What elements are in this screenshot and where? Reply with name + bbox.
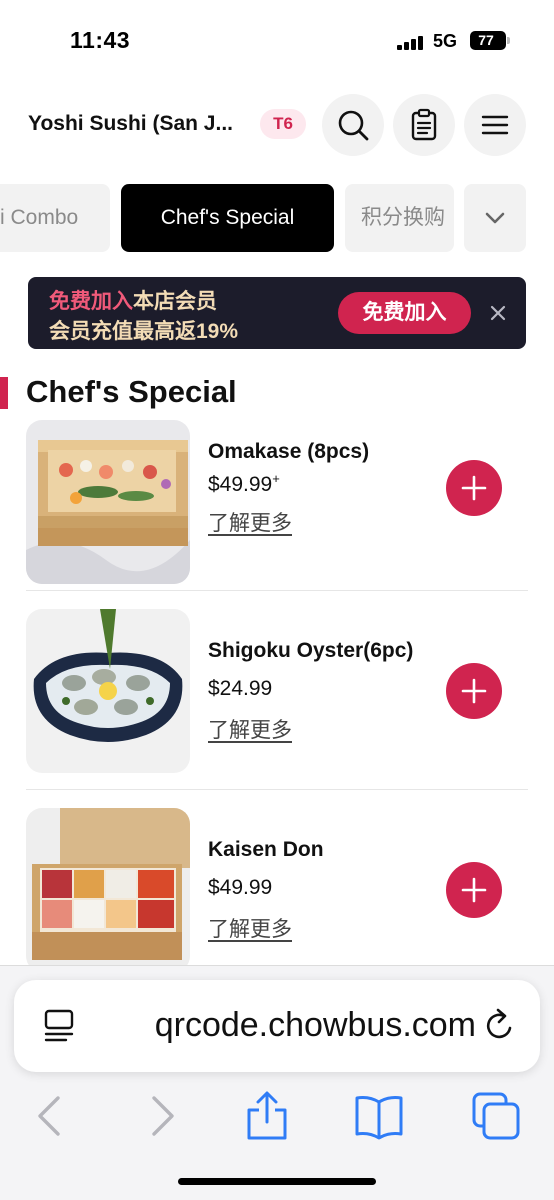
address-bar[interactable]: qrcode.chowbus.com <box>14 980 540 1072</box>
banner-headline-rest: 本店会员 <box>133 290 217 313</box>
category-tabs: i Combo Chef's Special 积分换购 <box>0 184 554 252</box>
share-icon[interactable] <box>241 1090 293 1142</box>
tabs-expand-button[interactable] <box>464 184 526 252</box>
browser-toolbar: qrcode.chowbus.com <box>0 965 554 1200</box>
close-icon[interactable] <box>486 301 510 325</box>
banner-highlight: 免费加入 <box>49 290 133 313</box>
item-price: $24.99 <box>208 677 272 701</box>
learn-more-link[interactable]: 了解更多 <box>208 714 292 744</box>
section-marker <box>0 377 8 409</box>
home-indicator <box>178 1178 376 1185</box>
reload-icon[interactable] <box>480 1006 520 1046</box>
tab-chefs-special[interactable]: Chef's Special <box>121 184 334 252</box>
add-to-cart-button[interactable] <box>446 663 502 719</box>
list-item[interactable]: Kaisen Don $49.99 了解更多 <box>0 808 554 966</box>
add-to-cart-button[interactable] <box>446 862 502 918</box>
main-menu-button[interactable] <box>464 94 526 156</box>
menu-list: Omakase (8pcs) $49.99+ 了解更多 Shigoku Oyst… <box>0 418 554 966</box>
item-price-value: $49.99 <box>208 876 273 899</box>
battery-icon: 77 <box>470 31 510 50</box>
chevron-down-icon <box>485 212 505 224</box>
order-list-icon <box>411 108 437 141</box>
status-bar: 11:43 5G 77 <box>0 0 554 80</box>
divider <box>26 789 528 790</box>
back-icon[interactable] <box>24 1090 76 1142</box>
url-text[interactable]: qrcode.chowbus.com <box>106 1006 476 1045</box>
list-item[interactable]: Shigoku Oyster(6pc) $24.99 了解更多 <box>0 609 554 809</box>
tab-points-redeem[interactable]: 积分换购 <box>345 184 454 252</box>
menu-icon <box>481 115 509 135</box>
plus-icon <box>461 877 487 903</box>
forward-icon[interactable] <box>136 1090 188 1142</box>
search-icon <box>338 110 369 141</box>
item-name: Kaisen Don <box>208 838 324 861</box>
plus-icon <box>461 678 487 704</box>
battery-level: 77 <box>478 32 494 48</box>
learn-more-link[interactable]: 了解更多 <box>208 507 292 537</box>
tabs-icon[interactable] <box>470 1090 522 1142</box>
item-photo-oyster[interactable] <box>26 609 190 773</box>
tab-combo[interactable]: i Combo <box>0 184 110 252</box>
add-to-cart-button[interactable] <box>446 460 502 516</box>
item-price-value: $49.99 <box>208 473 273 496</box>
table-badge: T6 <box>260 109 306 139</box>
item-price: $49.99 <box>208 876 272 900</box>
divider <box>26 590 528 591</box>
order-list-button[interactable] <box>393 94 455 156</box>
section-title: Chef's Special <box>26 374 237 409</box>
item-price-suffix: + <box>272 471 280 486</box>
network-type: 5G <box>433 31 458 51</box>
search-button[interactable] <box>322 94 384 156</box>
plus-icon <box>461 475 487 501</box>
store-header: Yoshi Sushi (San J... T6 <box>0 92 554 158</box>
item-name: Omakase (8pcs) <box>208 440 370 463</box>
bookmarks-icon[interactable] <box>353 1090 405 1142</box>
item-photo-omakase[interactable] <box>26 420 190 584</box>
store-name[interactable]: Yoshi Sushi (San J... <box>28 112 233 136</box>
item-price-value: $24.99 <box>208 677 273 700</box>
banner-subline: 会员充值最高返19% <box>49 320 239 343</box>
join-free-button[interactable]: 免费加入 <box>338 292 471 334</box>
list-item[interactable]: Omakase (8pcs) $49.99+ 了解更多 <box>0 418 554 610</box>
item-photo-kaisen-don[interactable] <box>26 808 190 966</box>
item-price: $49.99+ <box>208 471 280 497</box>
membership-banner: 免费加入本店会员 会员充值最高返19% 免费加入 <box>28 277 526 349</box>
status-time: 11:43 <box>70 27 131 53</box>
item-name: Shigoku Oyster(6pc) <box>208 639 414 662</box>
signal-icon <box>397 36 425 50</box>
reader-icon[interactable] <box>40 1006 80 1046</box>
learn-more-link[interactable]: 了解更多 <box>208 913 292 943</box>
banner-headline: 免费加入本店会员 <box>49 285 217 315</box>
